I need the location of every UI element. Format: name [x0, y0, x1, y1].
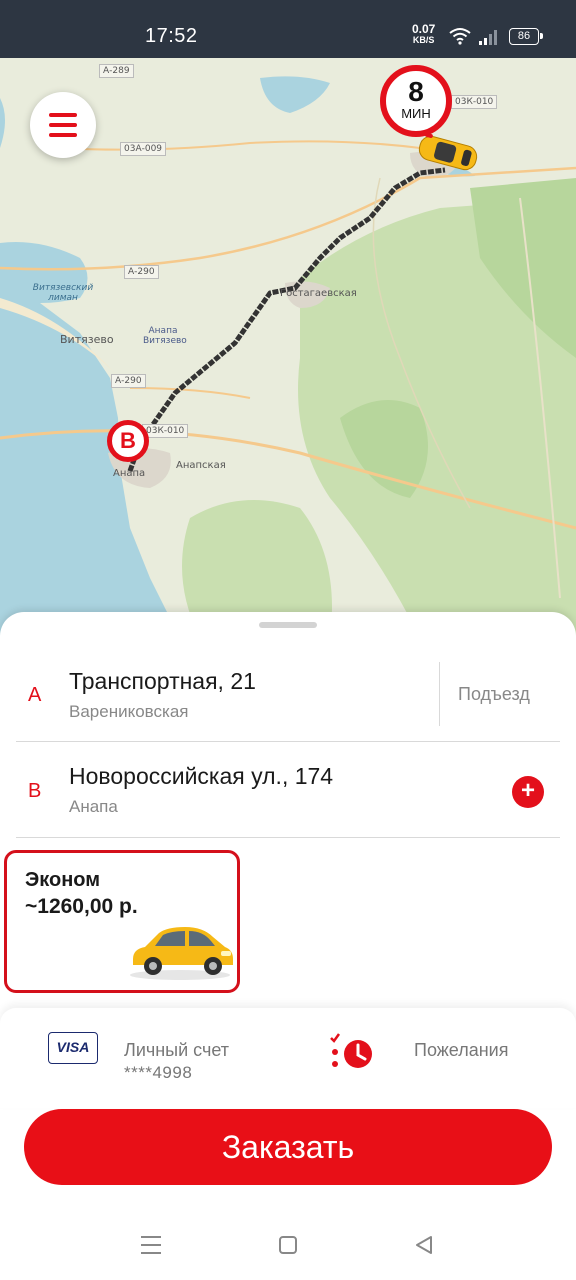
menu-button[interactable] — [30, 92, 96, 158]
tariff-name: Эконом — [25, 869, 101, 891]
point-b-subtitle: Анапа — [69, 797, 118, 816]
back-icon[interactable] — [414, 1235, 434, 1255]
map-label-airport: Анапа Витязево — [143, 326, 187, 346]
network-speed-value: 0.07 — [412, 22, 436, 36]
menu-line — [141, 1244, 161, 1246]
menu-line — [141, 1236, 161, 1238]
road-badge: 03А-009 — [120, 142, 167, 156]
entrance-button[interactable]: Подъезд — [458, 684, 530, 705]
point-a-letter: A — [28, 684, 42, 706]
map-label-gostagaevskaya: Гостагаевская — [280, 288, 357, 299]
home-icon[interactable] — [279, 1236, 297, 1254]
road-badge: А-290 — [111, 374, 146, 388]
menu-icon-bar — [49, 133, 77, 137]
order-button[interactable]: Заказать — [24, 1109, 552, 1185]
eta-badge: 8 МИН — [380, 65, 452, 137]
menu-icon — [49, 113, 77, 117]
sheet-handle[interactable] — [259, 622, 317, 628]
map-label-anapa: Анапа — [113, 468, 146, 479]
status-time: 17:52 — [145, 25, 198, 47]
eta-value: 8 — [408, 76, 424, 107]
road-badge: А-290 — [124, 265, 159, 279]
car-icon — [130, 927, 233, 980]
point-b-title: Новороссийская ул., 174 — [69, 763, 334, 789]
wishes-clock-icon[interactable] — [330, 1032, 376, 1072]
battery-icon: 86 — [509, 28, 543, 45]
add-stop-button[interactable]: + — [512, 776, 544, 808]
payment-card-number: ****4998 — [124, 1063, 193, 1082]
payment-strip: VISA Личный счет ****4998 Пожелания — [0, 1008, 576, 1108]
order-sheet: A Транспортная, 21 Варениковская Подъезд… — [0, 612, 576, 1280]
menu-icon-bar — [49, 123, 77, 127]
recent-apps-icon[interactable] — [141, 1236, 161, 1254]
point-b-letter: B — [28, 780, 42, 802]
point-a-subtitle: Варениковская — [69, 702, 189, 721]
road-badge: 03К-010 — [142, 424, 189, 438]
map-label-anapskaya: Анапская — [176, 460, 226, 471]
tariff-price: ~1260,00 р. — [25, 895, 138, 918]
eta-unit: МИН — [401, 106, 431, 121]
status-bar: 17:52 0.07 KB/S 86 — [0, 0, 576, 58]
map-label-vityazevo: Витязево — [60, 333, 114, 346]
road-badge: А-289 — [99, 64, 134, 78]
road-badge: 03К-010 — [451, 95, 498, 109]
tariff-card-economy[interactable]: Эконом ~1260,00 р. — [4, 850, 240, 993]
system-nav-bar — [0, 1200, 576, 1280]
payment-label[interactable]: Личный счет — [124, 1040, 229, 1061]
taxi-car-icon — [418, 132, 478, 171]
signal-icon — [479, 30, 497, 45]
map-label-liman: Витязевский лиман — [32, 283, 94, 303]
menu-line — [141, 1252, 161, 1254]
map-view[interactable]: Витязево Витязевский лиман Анапа Витязев… — [0, 58, 576, 638]
point-b-marker[interactable]: B — [107, 420, 149, 462]
address-row-b[interactable]: B Новороссийская ул., 174 Анапа + — [16, 742, 560, 838]
address-row-a[interactable]: A Транспортная, 21 Варениковская Подъезд — [16, 654, 560, 742]
network-speed-unit: KB/S — [412, 35, 435, 45]
point-a-title: Транспортная, 21 — [69, 668, 256, 694]
network-speed: 0.07 KB/S — [412, 22, 436, 46]
wishes-button[interactable]: Пожелания — [414, 1040, 508, 1061]
visa-card-icon[interactable]: VISA — [48, 1032, 98, 1064]
wifi-icon — [449, 28, 471, 45]
divider — [439, 662, 440, 726]
